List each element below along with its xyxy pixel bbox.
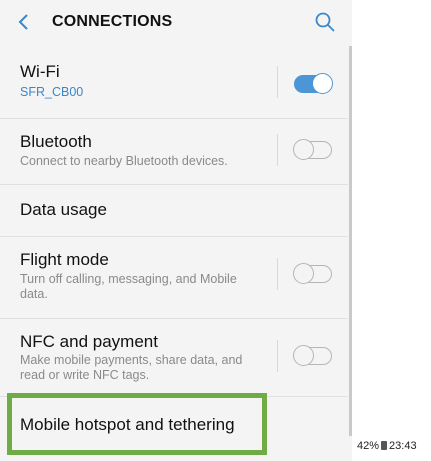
wifi-row[interactable]: Wi-Fi SFR_CB00	[0, 46, 348, 112]
wifi-toggle[interactable]	[294, 73, 333, 94]
header-bar: CONNECTIONS	[0, 0, 352, 46]
page-title: CONNECTIONS	[52, 13, 173, 30]
highlight-box	[7, 393, 267, 455]
nfc-payment-description: Make mobile payments, share data, and re…	[20, 353, 243, 382]
nfc-payment-toggle-knob	[293, 345, 314, 366]
bluetooth-row[interactable]: Bluetooth Connect to nearby Bluetooth de…	[0, 118, 348, 184]
flight-mode-row[interactable]: Flight mode Turn off calling, messaging,…	[0, 236, 348, 318]
wifi-separator	[277, 66, 278, 98]
data-usage-label: Data usage	[20, 200, 107, 219]
bluetooth-separator	[277, 134, 278, 166]
back-arrow-icon[interactable]	[14, 12, 34, 32]
nfc-payment-label: NFC and payment	[20, 332, 158, 351]
status-bar: 42% 23:43	[357, 440, 417, 452]
scrollbar[interactable]	[349, 46, 352, 436]
clock: 23:43	[389, 440, 417, 452]
nfc-payment-row[interactable]: NFC and payment Make mobile payments, sh…	[0, 318, 348, 396]
nfc-payment-toggle[interactable]	[293, 345, 332, 366]
bluetooth-label: Bluetooth	[20, 132, 92, 151]
wifi-toggle-knob	[312, 73, 333, 94]
battery-percentage: 42%	[357, 440, 380, 452]
bluetooth-description: Connect to nearby Bluetooth devices.	[20, 154, 228, 168]
bluetooth-toggle[interactable]	[293, 139, 332, 160]
flight-mode-label: Flight mode	[20, 250, 109, 269]
data-usage-row[interactable]: Data usage	[0, 184, 348, 236]
flight-mode-description: Turn off calling, messaging, and Mobile …	[20, 272, 237, 301]
battery-icon	[381, 441, 388, 450]
flight-mode-separator	[277, 258, 278, 290]
wifi-network-name: SFR_CB00	[20, 85, 84, 99]
bluetooth-toggle-knob	[293, 139, 314, 160]
flight-mode-toggle[interactable]	[293, 263, 332, 284]
wifi-label: Wi-Fi	[20, 62, 60, 81]
connections-panel: CONNECTIONS Wi-Fi SFR_CB00 Bluetooth Con…	[0, 0, 352, 461]
nfc-payment-separator	[277, 340, 278, 372]
search-icon[interactable]	[314, 11, 336, 33]
flight-mode-toggle-knob	[293, 263, 314, 284]
